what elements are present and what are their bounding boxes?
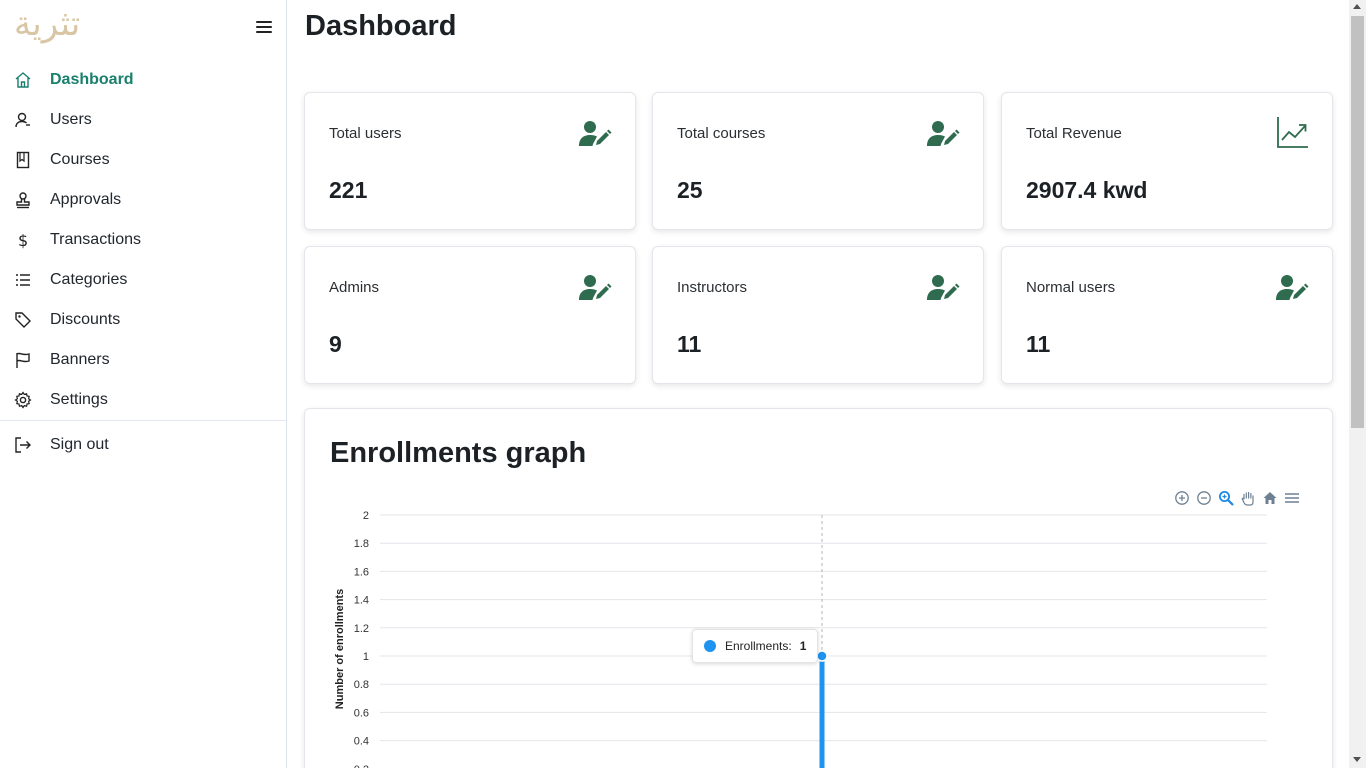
sidebar-item-settings[interactable]: Settings xyxy=(0,380,286,420)
y-tick-label: 0.2 xyxy=(354,764,369,768)
user-icon xyxy=(12,109,34,131)
stat-card-value: 9 xyxy=(329,331,342,357)
y-tick-label: 0.8 xyxy=(354,679,369,691)
user-edit-icon xyxy=(579,273,613,303)
stat-card-label: Total users xyxy=(329,125,402,142)
sidebar-item-users[interactable]: Users xyxy=(0,100,286,140)
stat-card-admins: Admins 9 xyxy=(304,246,636,384)
stat-card-label: Instructors xyxy=(677,279,748,296)
y-tick-label: 2 xyxy=(363,510,369,522)
sign-out-icon xyxy=(12,434,34,456)
home-icon xyxy=(12,69,34,91)
enrollments-graph-card: Enrollments graph 2 1.8 1.6 1.4 1.2 1 0.… xyxy=(304,408,1333,768)
sign-out-button[interactable]: Sign out xyxy=(0,425,286,465)
sidebar-item-discounts[interactable]: Discounts xyxy=(0,300,286,340)
sign-out-label: Sign out xyxy=(50,436,109,453)
tooltip-series-marker xyxy=(704,640,716,652)
sidebar-item-label: Dashboard xyxy=(50,71,134,88)
sidebar-item-label: Settings xyxy=(50,391,108,408)
tooltip-series-label: Enrollments: xyxy=(725,639,792,653)
stat-card-value: 2907.4 kwd xyxy=(1026,177,1148,203)
sidebar-item-approvals[interactable]: Approvals xyxy=(0,180,286,220)
stat-card-value: 25 xyxy=(677,177,703,203)
y-axis-label: Number of enrollments xyxy=(334,589,346,709)
stat-card-label: Total Revenue xyxy=(1026,125,1122,142)
trend-up-icon xyxy=(1276,115,1310,148)
sidebar-item-transactions[interactable]: $ Transactions xyxy=(0,220,286,260)
user-edit-icon xyxy=(579,119,613,149)
gear-icon xyxy=(12,389,34,411)
user-edit-icon xyxy=(1276,273,1310,303)
page-title: Dashboard xyxy=(305,10,457,42)
stat-card-total-users: Total users 221 xyxy=(304,92,636,230)
user-edit-icon xyxy=(927,273,961,303)
enrollment-bar[interactable] xyxy=(819,656,825,768)
book-icon xyxy=(12,149,34,171)
sidebar-item-label: Banners xyxy=(50,351,110,368)
scroll-down-arrow-icon[interactable] xyxy=(1353,757,1361,762)
chart-tooltip: Enrollments: 1 xyxy=(692,629,818,663)
stat-card-value: 11 xyxy=(677,331,702,357)
stat-card-label: Normal users xyxy=(1026,279,1116,296)
stat-card-total-revenue: Total Revenue 2907.4 kwd xyxy=(1001,92,1333,230)
chart-svg: 2 1.8 1.6 1.4 1.2 1 0.8 0.6 0.4 0.2 Number of enr… xyxy=(334,510,1267,768)
sidebar-item-courses[interactable]: Courses xyxy=(0,140,286,180)
enrollments-chart: 2 1.8 1.6 1.4 1.2 1 0.8 0.6 0.4 0.2 Number of enr… xyxy=(305,499,1334,768)
sidebar-item-label: Transactions xyxy=(50,231,141,248)
y-tick-label: 1.8 xyxy=(354,538,369,550)
tooltip-value: 1 xyxy=(799,639,807,653)
sidebar-item-label: Discounts xyxy=(50,311,121,328)
sidebar-item-dashboard[interactable]: Dashboard xyxy=(0,60,286,100)
y-tick-label: 1.6 xyxy=(354,566,369,578)
hamburger-line xyxy=(256,21,272,23)
svg-text:$: $ xyxy=(18,231,28,249)
sidebar-divider xyxy=(0,420,286,421)
graph-title: Enrollments graph xyxy=(330,437,587,469)
stat-card-instructors: Instructors 11 xyxy=(652,246,984,384)
scrollbar-thumb[interactable] xyxy=(1351,16,1364,428)
sidebar-item-banners[interactable]: Banners xyxy=(0,340,286,380)
stat-card-total-courses: Total courses 25 xyxy=(652,92,984,230)
page-scrollbar[interactable] xyxy=(1349,0,1366,768)
flag-icon xyxy=(12,349,34,371)
sidebar-item-categories[interactable]: Categories xyxy=(0,260,286,300)
scroll-up-arrow-icon[interactable] xyxy=(1353,4,1361,9)
y-tick-label: 0.4 xyxy=(354,736,369,748)
y-tick-label: 1.2 xyxy=(354,623,369,635)
stat-card-label: Total courses xyxy=(677,125,766,142)
menu-toggle-button[interactable] xyxy=(256,21,272,35)
data-point-marker[interactable] xyxy=(816,650,828,662)
stat-card-normal-users: Normal users 11 xyxy=(1001,246,1333,384)
sidebar-item-label: Approvals xyxy=(50,191,122,208)
stamp-icon xyxy=(12,189,34,211)
list-icon xyxy=(12,269,34,291)
stat-card-value: 221 xyxy=(329,177,368,203)
y-tick-label: 1.4 xyxy=(354,595,369,607)
hamburger-line xyxy=(256,31,272,33)
user-edit-icon xyxy=(927,119,961,149)
sidebar: تثرية Dashboard Users Courses Approvals … xyxy=(0,0,287,768)
stat-card-label: Admins xyxy=(329,279,380,296)
main-content: Dashboard Total users 221 Total courses … xyxy=(288,0,1349,768)
dollar-icon: $ xyxy=(12,229,34,251)
sidebar-item-label: Categories xyxy=(50,271,128,288)
sidebar-item-label: Courses xyxy=(50,151,110,168)
y-tick-label: 1 xyxy=(363,651,369,663)
brand-logo[interactable]: تثرية xyxy=(14,4,80,44)
stat-card-value: 11 xyxy=(1026,331,1051,357)
sidebar-nav: Dashboard Users Courses Approvals $ Tran… xyxy=(0,60,286,420)
hamburger-line xyxy=(256,26,272,28)
y-tick-label: 0.6 xyxy=(354,707,369,719)
tag-icon xyxy=(12,309,34,331)
sidebar-item-label: Users xyxy=(50,111,92,128)
